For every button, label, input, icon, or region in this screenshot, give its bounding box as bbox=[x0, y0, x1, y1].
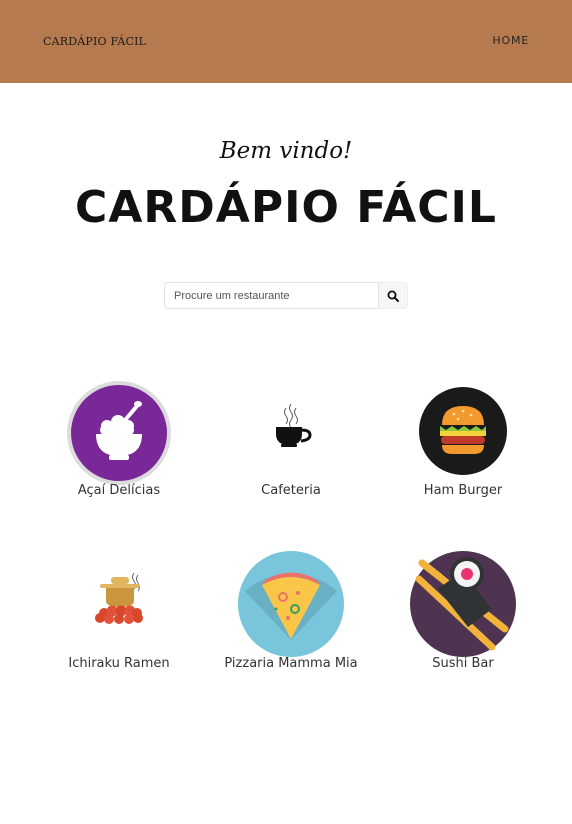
pizza-slice-icon bbox=[238, 551, 344, 657]
ramen-pot-icon bbox=[66, 551, 172, 657]
sushi-chopsticks-icon bbox=[410, 551, 516, 657]
nav-home-link[interactable]: HOME bbox=[492, 34, 529, 47]
restaurant-card-cafeteria[interactable]: Cafeteria bbox=[206, 380, 376, 500]
search-button[interactable] bbox=[379, 282, 408, 309]
restaurant-card-ramen[interactable]: Ichiraku Ramen bbox=[34, 551, 204, 691]
restaurant-name: Açaí Delícias bbox=[77, 483, 161, 498]
page-title: CARDÁPIO FÁCIL bbox=[75, 182, 497, 233]
acai-bowl-icon bbox=[66, 380, 172, 486]
restaurant-card-sushi[interactable]: Sushi Bar bbox=[378, 551, 548, 691]
welcome-heading: Bem vindo! bbox=[219, 138, 353, 164]
restaurant-name: Pizzaria Mamma Mia bbox=[224, 656, 358, 671]
restaurant-name: Sushi Bar bbox=[432, 656, 494, 671]
search-bar bbox=[164, 282, 408, 309]
restaurant-name: Ichiraku Ramen bbox=[68, 656, 170, 671]
restaurant-card-hamburger[interactable]: Ham Burger bbox=[378, 380, 548, 500]
restaurant-name: Cafeteria bbox=[261, 483, 321, 498]
navbar: CARDÁPIO FÁCIL HOME bbox=[0, 0, 572, 83]
navbar-brand[interactable]: CARDÁPIO FÁCIL bbox=[43, 35, 146, 48]
restaurant-name: Ham Burger bbox=[423, 483, 503, 498]
coffee-cup-icon bbox=[238, 380, 344, 486]
restaurant-card-acai[interactable]: Açaí Delícias bbox=[34, 380, 204, 500]
restaurant-card-pizzaria[interactable]: Pizzaria Mamma Mia bbox=[206, 551, 376, 691]
search-icon bbox=[387, 290, 399, 302]
burger-icon bbox=[410, 380, 516, 486]
search-input[interactable] bbox=[164, 282, 379, 309]
